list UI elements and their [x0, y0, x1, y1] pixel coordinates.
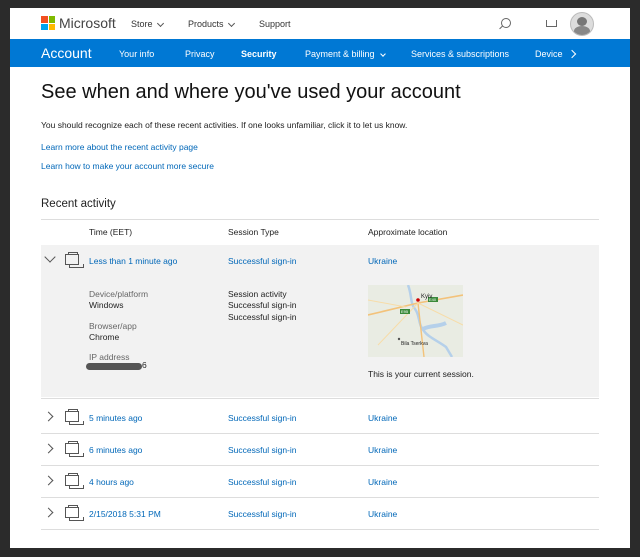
- activity-row[interactable]: 6 minutes ago Successful sign-in Ukraine: [41, 434, 599, 466]
- learn-more-link[interactable]: Learn more about the recent activity pag…: [41, 142, 198, 152]
- session-activity-label: Session activity: [228, 289, 287, 299]
- chevron-right-icon[interactable]: [43, 475, 54, 486]
- ip-value: 6: [142, 360, 147, 370]
- browser-value: Chrome: [89, 332, 120, 342]
- activity-type[interactable]: Successful sign-in: [228, 445, 297, 455]
- divider: [41, 398, 599, 399]
- recent-activity-heading: Recent activity: [41, 198, 116, 210]
- map-city-label: Kyiv: [421, 294, 433, 300]
- activity-row[interactable]: Less than 1 minute ago Successful sign-i…: [41, 245, 599, 277]
- tab-privacy[interactable]: Privacy: [185, 49, 215, 59]
- brand-name[interactable]: Microsoft: [59, 15, 116, 31]
- column-header-session-type: Session Type: [228, 227, 279, 237]
- current-session-note: This is your current session.: [368, 369, 474, 379]
- map-road-label: E95: [401, 309, 409, 314]
- session-activity-value: Successful sign-in: [228, 300, 297, 310]
- account-title[interactable]: Account: [41, 45, 92, 61]
- activity-location[interactable]: Ukraine: [368, 256, 397, 266]
- activity-row[interactable]: 5 minutes ago Successful sign-in Ukraine: [41, 402, 599, 434]
- chevron-down-icon: [227, 19, 235, 28]
- laptop-icon: [65, 505, 84, 521]
- search-icon[interactable]: [501, 18, 511, 28]
- chevron-right-icon[interactable]: [567, 49, 577, 59]
- tab-services-subscriptions[interactable]: Services & subscriptions: [411, 49, 509, 59]
- tab-security[interactable]: Security: [241, 49, 277, 59]
- device-value: Windows: [89, 300, 124, 310]
- activity-location[interactable]: Ukraine: [368, 413, 397, 423]
- tab-payment-billing[interactable]: Payment & billing: [305, 49, 386, 59]
- activity-row[interactable]: 4 hours ago Successful sign-in Ukraine: [41, 466, 599, 498]
- location-map[interactable]: E95 E40 Kyiv Bila Tserkva: [368, 285, 463, 357]
- activity-location[interactable]: Ukraine: [368, 477, 397, 487]
- activity-time[interactable]: 2/15/2018 5:31 PM: [89, 509, 161, 519]
- activity-type[interactable]: Successful sign-in: [228, 509, 297, 519]
- chevron-right-icon[interactable]: [43, 507, 54, 518]
- activity-row[interactable]: 2/15/2018 5:31 PM Successful sign-in Ukr…: [41, 498, 599, 530]
- avatar[interactable]: [570, 12, 594, 36]
- chevron-down-icon: [156, 19, 164, 28]
- nav-products[interactable]: Products: [188, 19, 235, 29]
- page-title: See when and where you've used your acco…: [41, 81, 461, 103]
- activity-location[interactable]: Ukraine: [368, 445, 397, 455]
- ip-redaction: [86, 363, 142, 370]
- chevron-right-icon[interactable]: [43, 443, 54, 454]
- microsoft-logo-icon[interactable]: [41, 16, 55, 30]
- column-header-location: Approximate location: [368, 227, 448, 237]
- device-label: Device/platform: [89, 289, 149, 299]
- activity-detail-panel: Device/platform Windows Browser/app Chro…: [41, 277, 599, 397]
- activity-type[interactable]: Successful sign-in: [228, 477, 297, 487]
- laptop-icon: [65, 252, 84, 268]
- tab-your-info[interactable]: Your info: [119, 49, 154, 59]
- laptop-icon: [65, 441, 84, 457]
- chevron-down-icon: [379, 51, 386, 57]
- ip-label: IP address: [89, 352, 130, 362]
- chevron-down-icon[interactable]: [44, 251, 56, 263]
- map-city-label: Bila Tserkva: [401, 341, 428, 347]
- cart-icon[interactable]: [546, 20, 557, 27]
- nav-store-label: Store: [131, 19, 153, 29]
- activity-time[interactable]: 5 minutes ago: [89, 413, 142, 423]
- chevron-right-icon[interactable]: [43, 411, 54, 422]
- intro-text: You should recognize each of these recen…: [41, 120, 408, 130]
- column-header-time: Time (EET): [89, 227, 133, 237]
- nav-store[interactable]: Store: [131, 19, 164, 29]
- nav-support[interactable]: Support: [259, 19, 291, 29]
- session-activity-value: Successful sign-in: [228, 312, 297, 322]
- browser-label: Browser/app: [89, 321, 137, 331]
- secure-account-link[interactable]: Learn how to make your account more secu…: [41, 161, 214, 171]
- tab-payment-billing-label: Payment & billing: [305, 49, 375, 59]
- activity-type[interactable]: Successful sign-in: [228, 256, 297, 266]
- tab-devices[interactable]: Devices: [535, 49, 563, 59]
- activity-time[interactable]: Less than 1 minute ago: [89, 256, 177, 266]
- top-header: Microsoft Store Products Support: [10, 8, 630, 39]
- activity-location[interactable]: Ukraine: [368, 509, 397, 519]
- account-nav-bar: Account Your info Privacy Security Payme…: [10, 39, 630, 67]
- divider: [41, 219, 599, 220]
- activity-time[interactable]: 6 minutes ago: [89, 445, 142, 455]
- activity-time[interactable]: 4 hours ago: [89, 477, 134, 487]
- browser-page: Microsoft Store Products Support Account…: [10, 8, 630, 548]
- laptop-icon: [65, 473, 84, 489]
- laptop-icon: [65, 409, 84, 425]
- divider: [41, 529, 599, 530]
- nav-products-label: Products: [188, 19, 224, 29]
- activity-type[interactable]: Successful sign-in: [228, 413, 297, 423]
